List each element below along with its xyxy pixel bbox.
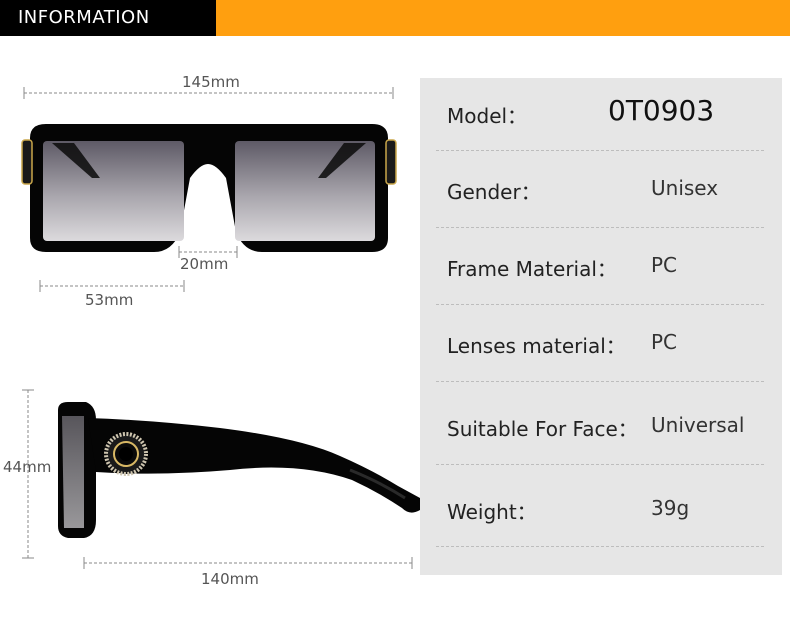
divider [436,546,764,547]
spec-label: Frame Material： [447,257,617,281]
total-width-label: 145mm [182,73,240,91]
spec-label: Suitable For Face： [447,417,638,441]
spec-label: Model： [447,104,528,128]
spec-label: Gender： [447,180,541,204]
spec-value: Universal [651,413,745,437]
spec-row-frame-material: Frame Material： PC [420,253,782,283]
spec-row-gender: Gender： Unisex [420,176,782,206]
spec-row-model: Model： 0T0903 [420,94,782,130]
product-diagram [21,87,420,569]
temple-length-dimension-line [83,557,413,569]
divider [436,150,764,151]
spec-row-weight: Weight： 39g [420,496,782,526]
spec-value: PC [651,253,678,277]
divider [436,381,764,382]
spec-value: Unisex [651,176,719,200]
divider [436,227,764,228]
spec-value: 39g [651,496,690,520]
spec-label: Lenses material： [447,334,626,358]
divider [436,464,764,465]
spec-row-face: Suitable For Face： Universal [420,413,782,443]
lens-width-label: 53mm [85,291,134,309]
lens-height-label: 44mm [3,458,52,476]
spec-value: 0T0903 [608,94,715,127]
bridge-width-label: 20mm [180,255,229,273]
temple-length-label: 140mm [201,570,259,588]
spec-row-lenses-material: Lenses material： PC [420,330,782,360]
divider [436,304,764,305]
spec-label: Weight： [447,500,537,524]
spec-panel: Model： 0T0903 Gender： Unisex Frame Mater… [420,78,782,575]
front-view-glasses [21,124,397,252]
side-view-glasses [58,402,420,538]
spec-value: PC [651,330,678,354]
